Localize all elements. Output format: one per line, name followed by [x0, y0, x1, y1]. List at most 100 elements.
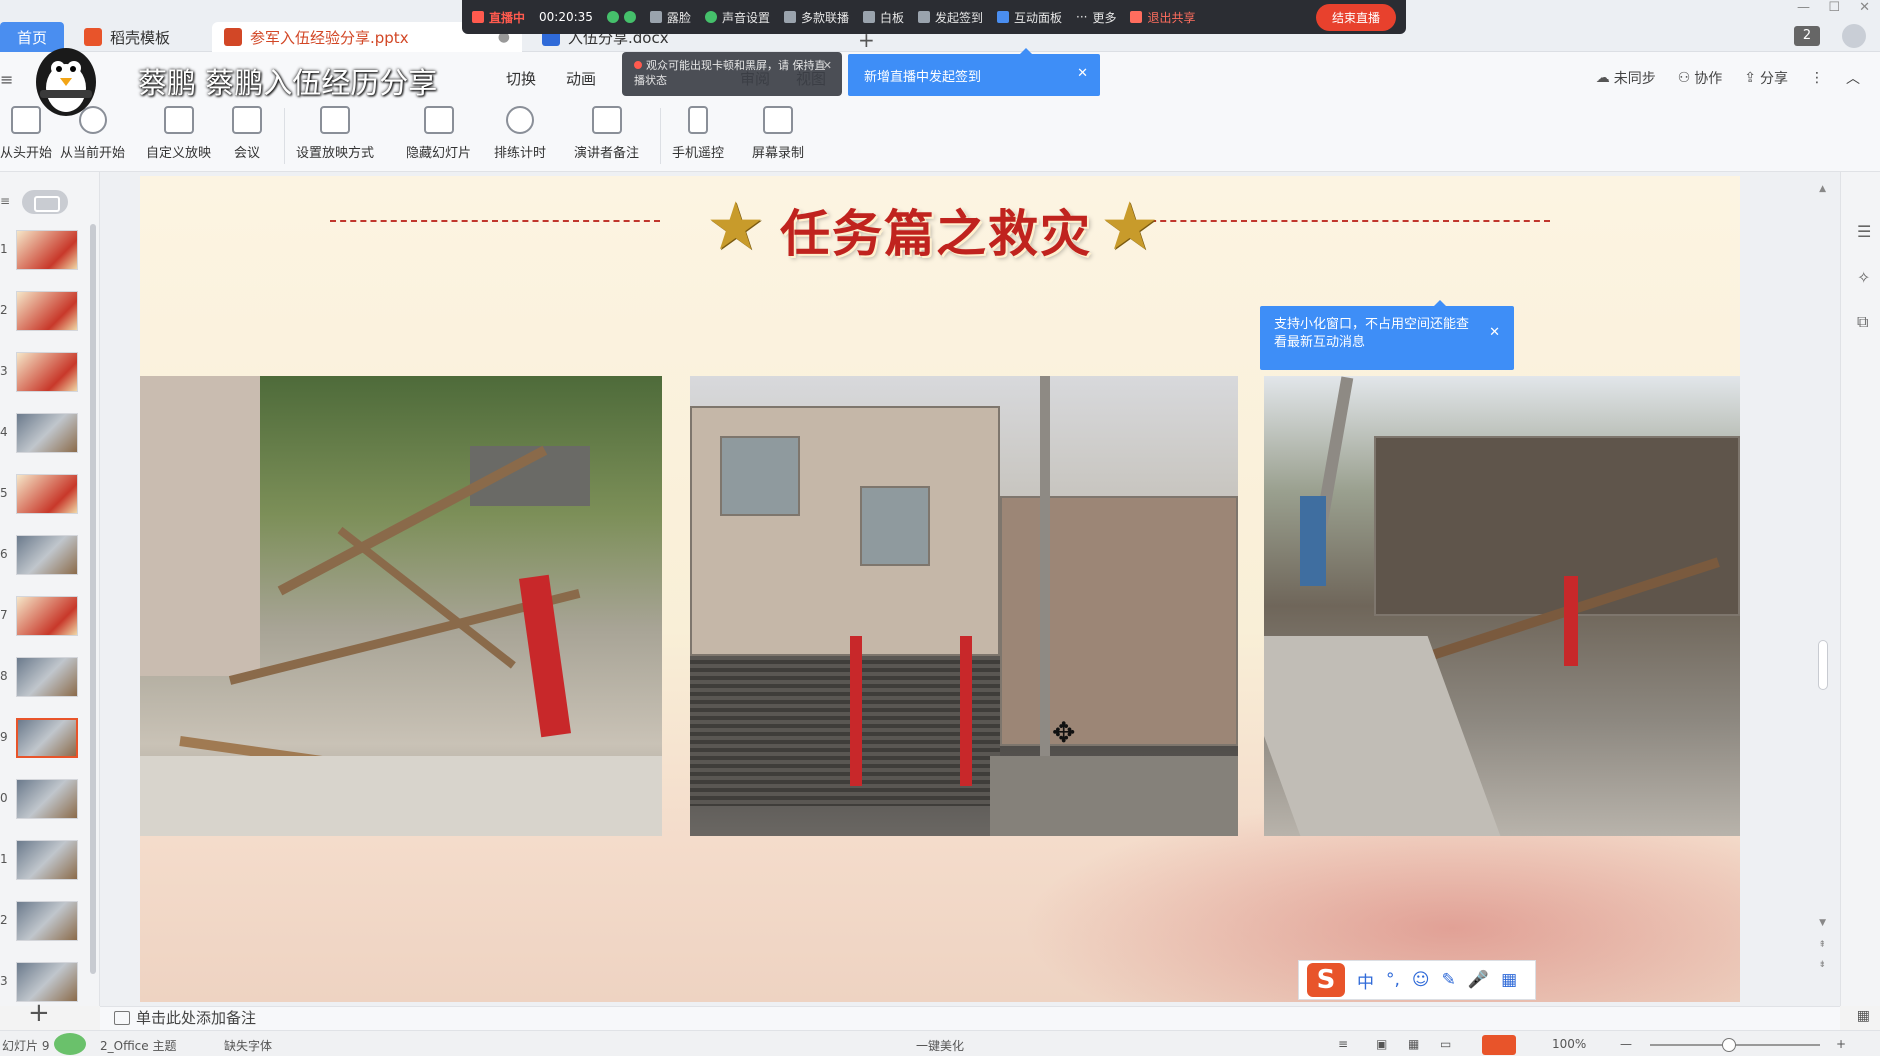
ime-chinese-mode[interactable]: 中	[1357, 968, 1374, 993]
live-btn-audio[interactable]: 声音设置	[704, 9, 770, 26]
scroll-up-icon[interactable]: ▲	[1819, 184, 1826, 194]
custom-show-button[interactable]: 自定义放映	[146, 106, 211, 161]
slide-thumbnail-image[interactable]	[16, 901, 78, 941]
notes-bar[interactable]: 单击此处添加备注	[100, 1006, 1840, 1030]
close-tip-icon[interactable]: ✕	[1077, 66, 1088, 81]
slide-thumbnail-2[interactable]: 2	[0, 289, 92, 335]
exit-share-button[interactable]: 退出共享	[1130, 9, 1196, 26]
title-dashed-line-left	[330, 220, 660, 222]
live-btn-whiteboard[interactable]: 白板	[862, 9, 904, 26]
grid-view-icon[interactable]: ▦	[1857, 1008, 1870, 1024]
beautify-button[interactable]: 一键美化	[916, 1037, 964, 1054]
slide-photo-street[interactable]	[690, 376, 1238, 836]
ime-toolbox-icon[interactable]: ▦	[1501, 970, 1517, 990]
slide-thumbnail-image[interactable]	[16, 779, 78, 819]
slide-thumbnail-image[interactable]	[16, 413, 78, 453]
slide-thumbnail-image[interactable]	[16, 352, 78, 392]
slide-thumbnail-8[interactable]: 8	[0, 655, 92, 701]
sogou-logo-icon[interactable]: S	[1307, 963, 1345, 997]
setup-show-button[interactable]: 设置放映方式	[296, 106, 374, 161]
sorter-view-icon[interactable]: ▦	[1408, 1037, 1419, 1051]
slide-thumbnail-image[interactable]	[16, 535, 78, 575]
status-missing-font[interactable]: 缺失字体	[224, 1037, 272, 1054]
zoom-slider-knob[interactable]	[1722, 1038, 1736, 1052]
rehearse-timing-button[interactable]: 排练计时	[494, 106, 546, 161]
slide-thumbnail-image[interactable]	[16, 962, 78, 1002]
play-from-start-label: 从头开始	[0, 146, 53, 161]
minimize-icon[interactable]: —	[1797, 0, 1810, 15]
zoom-out-icon[interactable]: —	[1620, 1037, 1632, 1051]
meeting-button[interactable]: 会议	[232, 106, 262, 161]
end-live-button[interactable]: 结束直播	[1315, 3, 1396, 31]
ime-emoji-icon[interactable]: ☺	[1412, 970, 1430, 990]
collaborate-button[interactable]: ⚇ 协作	[1678, 68, 1723, 88]
slide-thumbnail-6[interactable]: 6	[0, 533, 92, 579]
avatar[interactable]	[1842, 24, 1866, 48]
slide-thumbnail-image[interactable]	[16, 657, 78, 697]
phone-remote-button[interactable]: 手机遥控	[672, 106, 724, 161]
maximize-icon[interactable]: ☐	[1828, 0, 1840, 15]
slide-thumbnail-5[interactable]: 5	[0, 472, 92, 518]
menu-animation[interactable]: 动画	[566, 68, 596, 89]
play-slideshow-button[interactable]	[1482, 1035, 1516, 1055]
properties-icon[interactable]: ☰	[1857, 222, 1871, 241]
panel-menu-icon[interactable]: ≡	[0, 194, 10, 208]
slide-thumbnail-image[interactable]	[16, 230, 78, 270]
slide-thumbnail-3[interactable]: 3	[0, 350, 92, 396]
slide-photo-collapsed-house[interactable]	[1264, 376, 1740, 836]
speaker-notes-button[interactable]: 演讲者备注	[574, 106, 639, 161]
normal-view-icon[interactable]: ▣	[1376, 1037, 1387, 1051]
collapse-ribbon-icon[interactable]: ︿	[1846, 68, 1860, 88]
menu-transition[interactable]: 切换	[506, 68, 536, 89]
hide-slide-button[interactable]: 隐藏幻灯片	[406, 106, 471, 161]
slide-title[interactable]: 任务篇之救灾	[780, 194, 1092, 266]
zoom-in-icon[interactable]: +	[1836, 1037, 1846, 1051]
next-slide-icon[interactable]: ⇟	[1818, 960, 1826, 970]
hamburger-menu-icon[interactable]: ≡	[0, 70, 13, 89]
live-btn-interact[interactable]: 互动面板	[997, 9, 1062, 26]
slide-thumbnail-image[interactable]	[16, 596, 78, 636]
thumbnail-scrollbar[interactable]	[90, 224, 96, 974]
live-btn-camera[interactable]: 露脸	[649, 9, 691, 26]
close-mini-tip-icon[interactable]: ✕	[1489, 324, 1500, 342]
window-count-badge[interactable]: 2	[1794, 26, 1820, 46]
ime-punctuation[interactable]: °,	[1386, 970, 1400, 990]
slide-thumbnail-image[interactable]	[16, 474, 78, 514]
slide-thumbnail-4[interactable]: 4	[0, 411, 92, 457]
slide-thumbnail-11[interactable]: 1	[0, 838, 92, 884]
live-btn-more[interactable]: ··· 更多	[1076, 9, 1116, 26]
share-button[interactable]: ⇪ 分享	[1744, 68, 1788, 88]
live-btn-multi[interactable]: 多款联播	[783, 9, 849, 26]
status-theme[interactable]: 2_Office 主题	[100, 1037, 176, 1054]
panel-view-toggle[interactable]	[22, 190, 68, 214]
sync-button[interactable]: ☁ 未同步	[1596, 68, 1656, 88]
scroll-down-icon[interactable]: ▼	[1819, 918, 1826, 928]
transition-pane-icon[interactable]: ⧉	[1857, 312, 1868, 332]
slide-thumbnail-7[interactable]: 7	[0, 594, 92, 640]
reading-view-icon[interactable]: ▭	[1440, 1037, 1451, 1051]
slide-photo-rubble[interactable]	[140, 376, 662, 836]
slide-thumbnail-image[interactable]	[16, 291, 78, 331]
slide-thumbnail-9[interactable]: 9	[0, 716, 92, 762]
more-options-icon[interactable]: ⋮	[1810, 68, 1824, 88]
zoom-level[interactable]: 100%	[1552, 1037, 1586, 1051]
screen-record-button[interactable]: 屏幕录制	[752, 106, 804, 161]
animation-pane-icon[interactable]: ✧	[1857, 268, 1870, 287]
slide-thumbnail-1[interactable]: 1	[0, 228, 92, 274]
live-timer: 00:20:35	[539, 10, 593, 24]
current-slide[interactable]: ★ ★ 任务篇之救灾 ✥	[140, 176, 1740, 1002]
slide-thumbnail-image[interactable]	[16, 718, 78, 758]
slide-vertical-scrollbar[interactable]	[1818, 640, 1828, 690]
ime-voice-icon[interactable]: 🎤	[1468, 970, 1489, 990]
notes-placeholder[interactable]: 单击此处添加备注	[114, 1007, 256, 1028]
prev-slide-icon[interactable]: ⇞	[1818, 940, 1826, 950]
ime-handwrite-icon[interactable]: ✎	[1442, 970, 1456, 990]
slide-thumbnail-image[interactable]	[16, 840, 78, 880]
close-window-icon[interactable]: ✕	[1859, 0, 1870, 15]
live-btn-checkin[interactable]: 发起签到	[917, 9, 983, 26]
notes-view-icon[interactable]: ≡	[1338, 1037, 1348, 1051]
slide-thumbnail-12[interactable]: 2	[0, 899, 92, 945]
close-notice-icon[interactable]: ✕	[823, 58, 832, 73]
checkin-tip: 新增直播中发起签到 ✕	[848, 48, 1100, 96]
slide-thumbnail-10[interactable]: 0	[0, 777, 92, 823]
